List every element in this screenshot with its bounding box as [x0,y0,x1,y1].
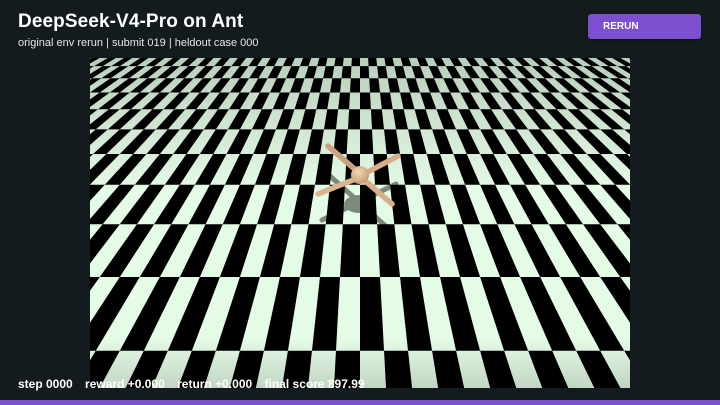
status-bar: step 0000 reward +0.000 return +0.000 fi… [18,377,374,391]
final-score: final score 897.99 [264,377,365,391]
return-value: return +0.000 [177,377,253,391]
ant-torso [351,166,369,184]
reward-value: reward +0.000 [85,377,165,391]
scene-render [90,58,630,388]
page-subtitle: original env rerun | submit 019 | heldou… [18,37,259,49]
simulation-viewport [90,58,630,388]
step-counter: step 0000 [18,377,73,391]
floor-shading [90,58,630,388]
page-title: DeepSeek-V4-Pro on Ant [18,11,244,32]
bottom-accent-bar [0,400,720,405]
rerun-button[interactable]: RERUN [588,14,701,39]
